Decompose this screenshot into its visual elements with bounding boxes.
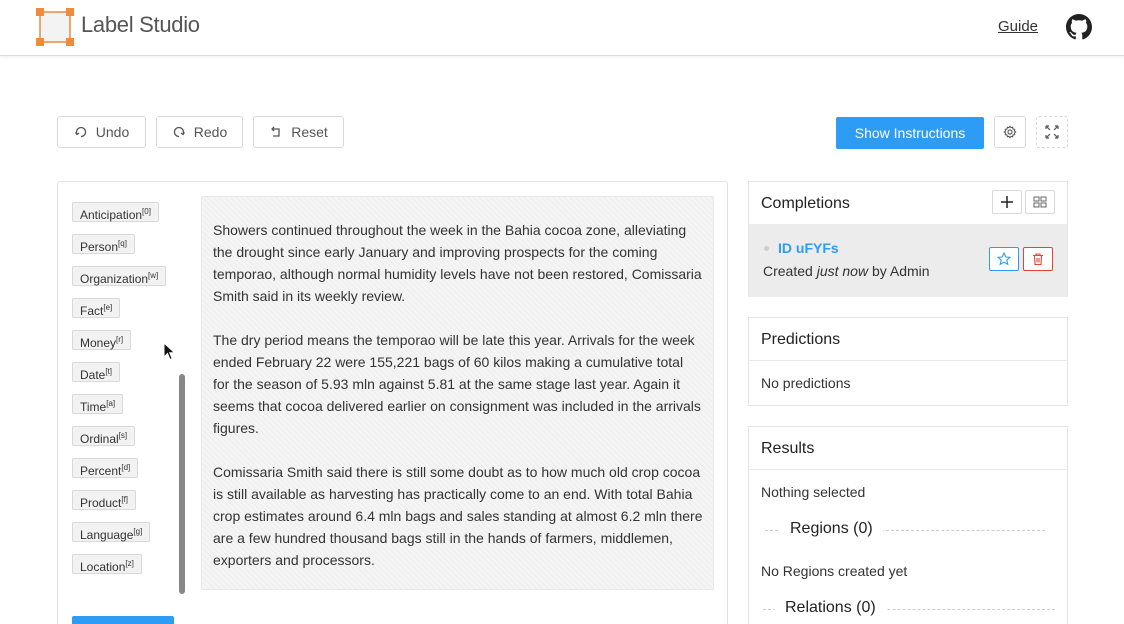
label-list-scrollbar[interactable] <box>179 374 185 594</box>
predictions-title: Predictions <box>761 331 841 348</box>
label-tag-hotkey: [a] <box>106 399 116 408</box>
app-title: Label Studio <box>81 12 200 37</box>
reset-button[interactable]: Reset <box>253 116 344 148</box>
label-tag-hotkey: [s] <box>118 431 128 440</box>
label-tag-name: Person <box>80 240 119 254</box>
label-tag-money[interactable]: Money[r] <box>72 330 132 350</box>
label-tag-person[interactable]: Person[q] <box>72 234 135 254</box>
windows-icon <box>1033 196 1047 208</box>
label-tag-hotkey: [0] <box>142 207 151 216</box>
label-tag-percent[interactable]: Percent[d] <box>72 458 139 478</box>
label-tag-hotkey: [r] <box>116 335 124 344</box>
undo-icon <box>74 126 86 138</box>
paragraph-3[interactable]: Comissaria Smith said there is still som… <box>213 461 703 571</box>
label-tag-hotkey: [e] <box>103 303 113 312</box>
view-completions-button[interactable] <box>1025 190 1055 214</box>
completion-meta: Created just now by Admin <box>763 263 930 279</box>
completion-item[interactable]: ID uFYFs Created just now by Admin <box>749 224 1067 297</box>
completion-id[interactable]: ID uFYFs <box>778 240 839 256</box>
mouse-cursor-icon <box>163 342 176 361</box>
github-icon[interactable] <box>1066 14 1092 40</box>
show-instructions-button[interactable]: Show Instructions <box>836 117 984 149</box>
label-tag-product[interactable]: Product[f] <box>72 490 137 510</box>
completion-created-when: just now <box>816 263 869 279</box>
delete-completion-button[interactable] <box>1023 247 1053 271</box>
label-tag-name: Money <box>80 336 117 350</box>
label-tag-fact[interactable]: Fact[e] <box>72 298 121 318</box>
submit-button[interactable] <box>72 616 174 624</box>
results-title: Results <box>761 440 815 457</box>
paragraph-2[interactable]: The dry period means the temporao will b… <box>213 329 703 439</box>
label-tag-name: Product <box>80 496 122 510</box>
label-tag-location[interactable]: Location[z] <box>72 554 142 574</box>
results-panel: Results Nothing selected Regions (0) No … <box>748 426 1068 624</box>
paragraph-1[interactable]: Showers continued throughout the week in… <box>213 219 703 307</box>
label-tag-hotkey: [f] <box>121 495 129 504</box>
nothing-selected-text: Nothing selected <box>761 484 866 500</box>
fullscreen-icon <box>1045 125 1059 139</box>
label-tag-anticipation[interactable]: Anticipation[0] <box>72 202 159 222</box>
label-tag-name: Language <box>80 528 134 542</box>
labeling-panel: Anticipation[0] Person[q] Organization[w] F… <box>57 181 728 624</box>
completion-status-dot <box>764 246 769 251</box>
label-tag-name: Percent <box>80 464 122 478</box>
reset-label: Reset <box>291 124 328 140</box>
label-tag-name: Date <box>80 368 106 382</box>
label-tag-name: Time <box>80 400 107 414</box>
completions-panel: Completions ID uFYFs Created just now by… <box>748 181 1068 297</box>
settings-button[interactable] <box>994 116 1026 148</box>
results-divider <box>749 469 1067 470</box>
fullscreen-button[interactable] <box>1036 116 1068 148</box>
predictions-panel: Predictions No predictions <box>748 317 1068 406</box>
reset-icon <box>271 126 280 137</box>
label-tag-language[interactable]: Language[g] <box>72 522 151 542</box>
star-completion-button[interactable] <box>989 247 1019 271</box>
redo-button[interactable]: Redo <box>156 116 243 148</box>
label-tag-hotkey: [d] <box>121 463 131 472</box>
label-tag-name: Ordinal <box>80 432 119 446</box>
label-tag-date[interactable]: Date[t] <box>72 362 121 382</box>
redo-label: Redo <box>193 124 228 140</box>
add-completion-button[interactable] <box>992 190 1022 214</box>
label-tag-hotkey: [w] <box>148 271 159 280</box>
top-header: Label Studio Guide <box>0 0 1124 56</box>
no-predictions-text: No predictions <box>761 375 851 391</box>
guide-link[interactable]: Guide <box>998 18 1038 35</box>
label-tag-hotkey: [t] <box>105 367 113 376</box>
trash-icon <box>1033 253 1043 266</box>
gear-icon <box>1003 125 1017 139</box>
redo-icon <box>173 126 185 138</box>
label-tag-hotkey: [q] <box>118 239 127 248</box>
undo-button[interactable]: Undo <box>57 116 146 148</box>
label-tag-name: Location <box>80 560 126 574</box>
label-tag-hotkey: [z] <box>125 559 134 568</box>
label-tag-name: Fact <box>80 304 104 318</box>
label-studio-logo-icon[interactable] <box>36 8 74 46</box>
label-tag-name: Anticipation <box>80 208 143 222</box>
completions-title: Completions <box>761 195 850 212</box>
label-tag-time[interactable]: Time[a] <box>72 394 124 414</box>
completion-created-prefix: Created <box>763 263 817 279</box>
undo-label: Undo <box>95 124 130 140</box>
document-text[interactable]: Showers continued throughout the week in… <box>201 196 714 590</box>
regions-heading: Regions (0) <box>780 520 883 538</box>
predictions-divider <box>749 360 1067 361</box>
label-tag-organization[interactable]: Organization[w] <box>72 266 167 286</box>
relations-heading: Relations (0) <box>775 599 886 617</box>
star-icon <box>997 252 1011 266</box>
no-regions-text: No Regions created yet <box>761 563 908 579</box>
label-tag-hotkey: [g] <box>133 527 143 536</box>
label-tag-ordinal[interactable]: Ordinal[s] <box>72 426 136 446</box>
completion-created-suffix: by Admin <box>868 263 930 279</box>
label-tag-name: Organization <box>80 272 149 286</box>
plus-icon <box>1001 196 1013 208</box>
